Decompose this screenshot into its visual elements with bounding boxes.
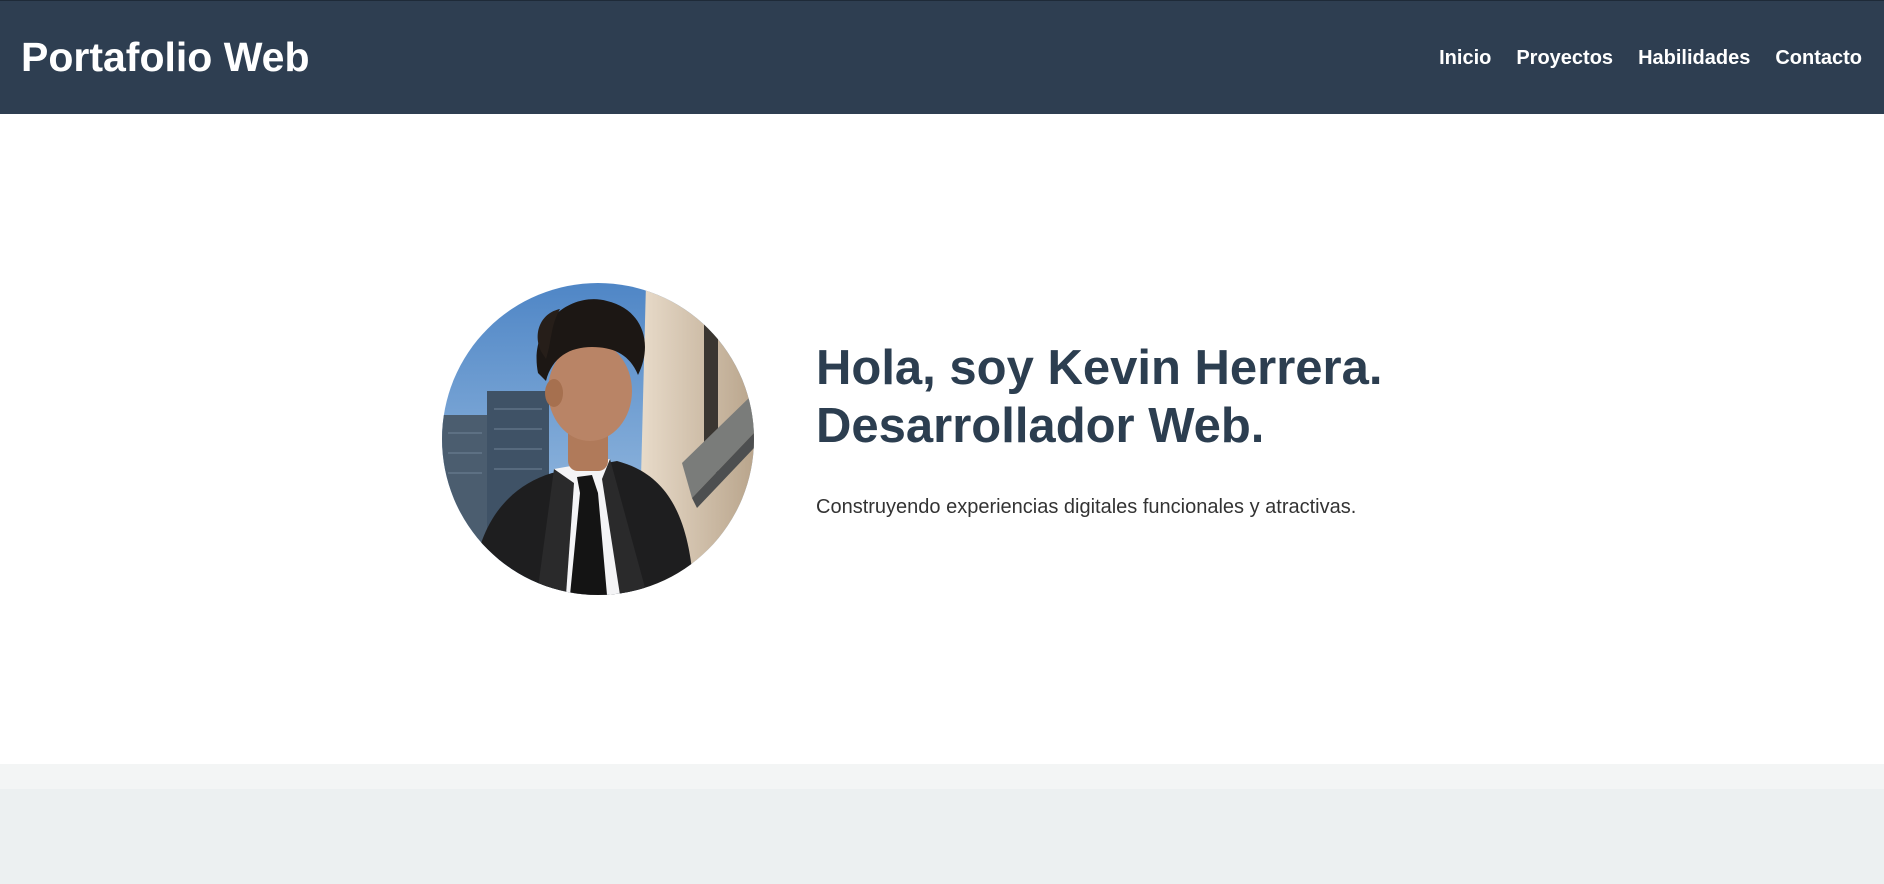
hero-headline-line-1: Hola, soy Kevin Herrera. <box>816 341 1383 395</box>
hero-section: Hola, soy Kevin Herrera. Desarrollador W… <box>0 114 1884 764</box>
nav-link-contacto[interactable]: Contacto <box>1775 46 1862 70</box>
nav-link-proyectos[interactable]: Proyectos <box>1516 46 1613 70</box>
hero-tagline: Construyendo experiencias digitales func… <box>816 496 1357 518</box>
site-brand[interactable]: Portafolio Web <box>21 35 310 79</box>
profile-photo <box>442 283 754 595</box>
site-header: Portafolio Web Inicio Proyectos Habilida… <box>0 0 1884 114</box>
hero-headline-line-2: Desarrollador Web. <box>816 399 1265 453</box>
hero-headline: Hola, soy Kevin Herrera. Desarrollador W… <box>816 339 1382 455</box>
nav-link-habilidades[interactable]: Habilidades <box>1638 46 1750 70</box>
section-divider <box>0 764 1884 789</box>
next-section-background <box>0 789 1884 884</box>
main-nav: Inicio Proyectos Habilidades Contacto <box>1439 46 1862 70</box>
nav-link-inicio[interactable]: Inicio <box>1439 46 1491 70</box>
